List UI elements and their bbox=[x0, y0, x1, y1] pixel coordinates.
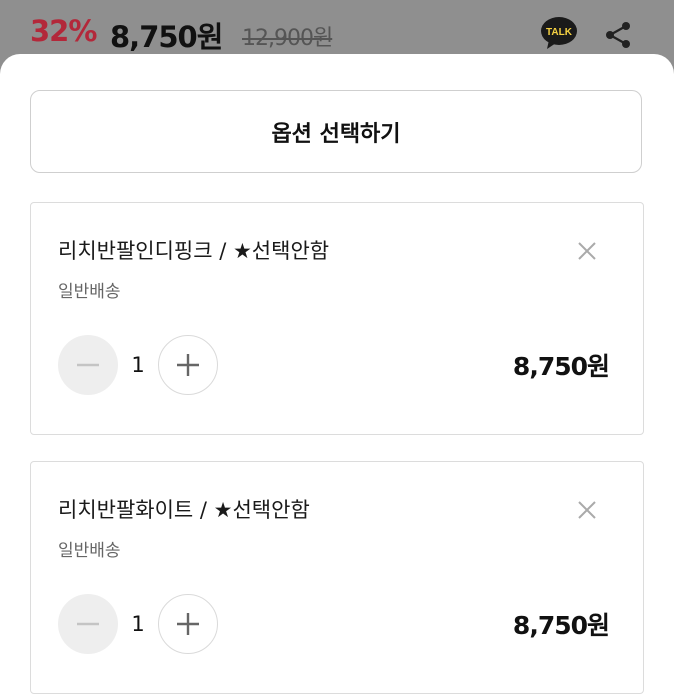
sale-price: 8,750원 bbox=[110, 20, 223, 54]
option-name: 리치반팔인디핑크 / ★선택안함 bbox=[58, 239, 330, 263]
quantity-value: 1 bbox=[131, 612, 145, 636]
product-price-bar: 32% 8,750원 12,900원 TALK bbox=[0, 0, 674, 62]
minus-icon bbox=[77, 363, 99, 367]
option-price: 8,750원 bbox=[512, 611, 610, 640]
option-name: 리치반팔화이트 / ★선택안함 bbox=[58, 498, 310, 522]
selected-option-card: 리치반팔화이트 / ★선택안함 일반배송 1 8,750원 bbox=[30, 461, 644, 694]
close-icon[interactable] bbox=[575, 239, 599, 263]
plus-icon bbox=[177, 354, 199, 376]
svg-text:TALK: TALK bbox=[546, 27, 573, 38]
quantity-value: 1 bbox=[131, 353, 145, 377]
share-icon[interactable] bbox=[603, 20, 633, 50]
plus-icon bbox=[177, 613, 199, 635]
kakao-talk-icon[interactable]: TALK bbox=[540, 16, 578, 52]
quantity-increase-button[interactable] bbox=[158, 594, 218, 654]
minus-icon bbox=[77, 622, 99, 626]
selected-option-card: 리치반팔인디핑크 / ★선택안함 일반배송 1 8,750원 bbox=[30, 202, 644, 435]
option-bottom-sheet: 옵션 선택하기 리치반팔인디핑크 / ★선택안함 일반배송 1 8,750원 리… bbox=[0, 54, 674, 694]
option-price: 8,750원 bbox=[512, 352, 610, 381]
select-options-label: 옵션 선택하기 bbox=[271, 121, 401, 147]
original-price: 12,900원 bbox=[242, 26, 333, 51]
close-icon[interactable] bbox=[575, 498, 599, 522]
select-options-button[interactable]: 옵션 선택하기 bbox=[30, 90, 642, 173]
discount-rate: 32% bbox=[30, 14, 97, 48]
quantity-decrease-button[interactable] bbox=[58, 594, 118, 654]
quantity-decrease-button[interactable] bbox=[58, 335, 118, 395]
shipping-type: 일반배송 bbox=[58, 282, 121, 302]
shipping-type: 일반배송 bbox=[58, 541, 121, 561]
quantity-increase-button[interactable] bbox=[158, 335, 218, 395]
